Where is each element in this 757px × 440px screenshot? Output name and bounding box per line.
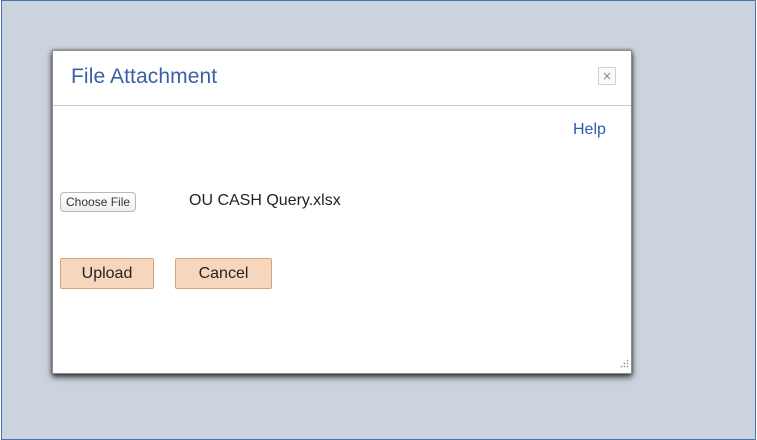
choose-file-button[interactable]: Choose File <box>60 192 137 212</box>
upload-button[interactable]: Upload <box>60 258 154 289</box>
file-attachment-dialog: File Attachment × Help Choose File OU CA… <box>52 50 632 374</box>
help-link[interactable]: Help <box>573 121 606 139</box>
dialog-title: File Attachment <box>71 65 218 88</box>
selected-file-name: OU CASH Query.xlsx <box>189 192 341 209</box>
cancel-button[interactable]: Cancel <box>175 258 272 289</box>
close-icon: × <box>601 69 613 83</box>
dialog-header: File Attachment × <box>53 51 631 106</box>
resize-grip-icon[interactable] <box>619 359 629 369</box>
close-button[interactable]: × <box>598 67 616 85</box>
